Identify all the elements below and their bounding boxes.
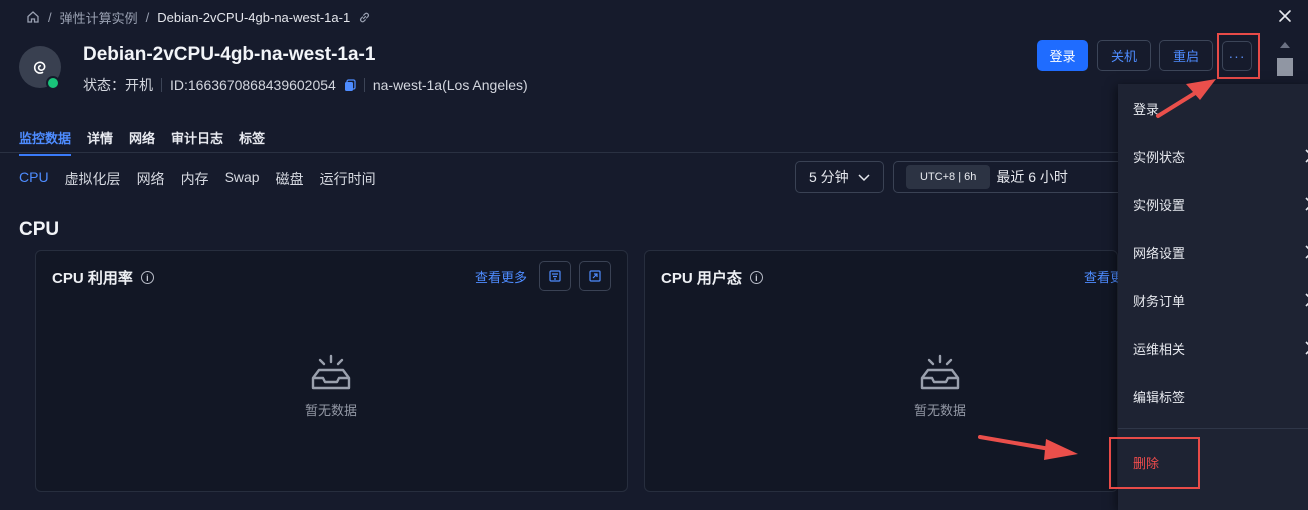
instance-name: Debian-2vCPU-4gb-na-west-1a-1: [83, 44, 376, 65]
instance-region: na-west-1a(Los Angeles): [372, 77, 528, 93]
empty-state: 暂无数据: [890, 354, 990, 419]
breadcrumb-item-current: Debian-2vCPU-4gb-na-west-1a-1: [157, 9, 351, 25]
chart-panel-cpu-utilization: CPU 利用率 i 查看更多 暂无数据: [35, 250, 628, 492]
status-value: 开机: [125, 77, 153, 93]
subtab-network[interactable]: 网络: [137, 169, 165, 189]
interval-value: 5 分钟: [809, 169, 849, 185]
subtab-disk[interactable]: 磁盘: [276, 169, 304, 189]
info-icon[interactable]: i: [140, 271, 154, 284]
menu-item-billing-orders[interactable]: 财务订单: [1133, 288, 1308, 312]
panel-title-text: CPU 利用率: [52, 270, 133, 287]
meta-divider: [161, 78, 162, 92]
chevron-right-icon: [1305, 293, 1308, 307]
panel-title: CPU 利用率 i: [52, 267, 154, 288]
menu-item-edit-tags[interactable]: 编辑标签: [1133, 384, 1308, 408]
subtab-cpu[interactable]: CPU: [19, 169, 49, 189]
chevron-right-icon: [1305, 341, 1308, 355]
time-range-picker[interactable]: UTC+8 | 6h 最近 6 小时: [893, 161, 1133, 193]
restart-button[interactable]: 重启: [1159, 40, 1213, 71]
menu-item-operations[interactable]: 运维相关: [1133, 336, 1308, 360]
debian-logo-icon: [33, 61, 46, 74]
info-icon[interactable]: i: [749, 271, 763, 284]
chevron-right-icon: [1305, 149, 1308, 163]
time-range-value: 最近 6 小时: [996, 169, 1068, 185]
menu-item-label: 网络设置: [1133, 245, 1186, 261]
menu-item-instance-status[interactable]: 实例状态: [1133, 144, 1308, 168]
link-icon[interactable]: [358, 11, 371, 24]
menu-item-instance-settings[interactable]: 实例设置: [1133, 192, 1308, 216]
shutdown-button[interactable]: 关机: [1097, 40, 1151, 71]
breadcrumb-separator: /: [145, 9, 150, 25]
empty-state: 暂无数据: [281, 354, 381, 419]
menu-item-login[interactable]: 登录: [1133, 96, 1308, 120]
empty-state-text: 暂无数据: [913, 403, 966, 418]
expand-icon[interactable]: [579, 261, 611, 291]
panel-title-text: CPU 用户态: [661, 270, 742, 287]
menu-item-label: 财务订单: [1133, 293, 1186, 309]
breadcrumb-item-instances[interactable]: 弹性计算实例: [60, 8, 138, 27]
tabs-divider: [0, 152, 1120, 153]
subtab-swap[interactable]: Swap: [225, 169, 260, 189]
subtab-virtualization[interactable]: 虚拟化层: [65, 169, 121, 189]
menu-item-label: 实例设置: [1133, 197, 1186, 213]
view-more-link[interactable]: 查看更多: [475, 267, 527, 286]
chart-panel-cpu-user: CPU 用户态 i 查看更多 暂无数据: [644, 250, 1119, 492]
chevron-right-icon: [1305, 197, 1308, 211]
chevron-down-icon: [857, 170, 871, 184]
scroll-up-arrow-icon[interactable]: [1280, 42, 1290, 48]
copy-icon[interactable]: [344, 78, 356, 92]
subtab-memory[interactable]: 内存: [181, 169, 209, 189]
menu-item-label: 实例状态: [1133, 149, 1186, 165]
menu-divider: [1118, 428, 1308, 429]
close-icon[interactable]: [1276, 7, 1294, 25]
interval-select[interactable]: 5 分钟: [795, 161, 884, 193]
timezone-badge[interactable]: UTC+8 | 6h: [906, 165, 991, 189]
status-label: 状态：: [83, 77, 125, 93]
section-title: CPU: [19, 219, 60, 240]
empty-inbox-icon: [311, 354, 351, 390]
menu-item-label: 运维相关: [1133, 341, 1186, 357]
breadcrumb: / 弹性计算实例 / Debian-2vCPU-4gb-na-west-1a-1: [26, 7, 371, 27]
annotation-highlight-more: [1217, 33, 1260, 79]
breadcrumb-separator: /: [48, 9, 52, 25]
annotation-highlight-delete: [1109, 437, 1200, 489]
scroll-thumb[interactable]: [1277, 58, 1293, 76]
subtab-uptime[interactable]: 运行时间: [320, 169, 376, 189]
instance-id: ID:1663670868439602054: [170, 77, 336, 93]
empty-inbox-icon: [920, 354, 960, 390]
filter-icon[interactable]: [539, 261, 571, 291]
empty-state-text: 暂无数据: [304, 403, 357, 418]
instance-meta: 状态： 开机 ID:1663670868439602054 na-west-1a…: [83, 75, 528, 95]
metric-subtabs: CPU 虚拟化层 网络 内存 Swap 磁盘 运行时间: [19, 169, 376, 189]
view-more-link[interactable]: 查看更多: [1084, 267, 1119, 286]
panel-title: CPU 用户态 i: [661, 267, 763, 288]
chevron-right-icon: [1305, 245, 1308, 259]
menu-item-network-settings[interactable]: 网络设置: [1133, 240, 1308, 264]
meta-divider: [363, 78, 365, 92]
login-button[interactable]: 登录: [1037, 40, 1088, 71]
home-icon[interactable]: [26, 10, 40, 24]
online-status-indicator: [46, 76, 60, 90]
scrollbar[interactable]: [1277, 42, 1293, 78]
